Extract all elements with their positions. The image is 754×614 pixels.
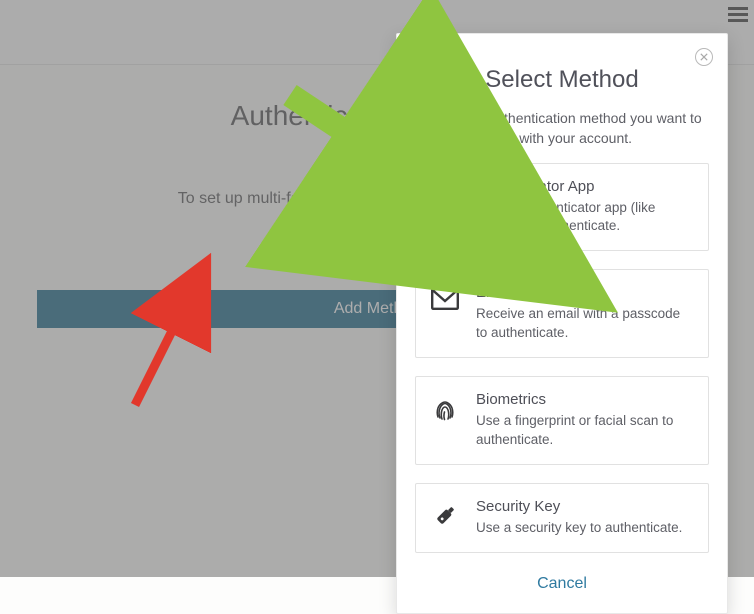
method-email[interactable]: Email Receive an email with a passcode t… bbox=[415, 269, 709, 358]
phone-icon bbox=[430, 182, 460, 214]
method-biometrics[interactable]: Biometrics Use a fingerprint or facial s… bbox=[415, 376, 709, 465]
method-name: Security Key bbox=[476, 498, 682, 515]
method-name: Email bbox=[476, 284, 694, 301]
method-security-key[interactable]: Security Key Use a security key to authe… bbox=[415, 483, 709, 553]
method-sub: Use an authenticator app (like Google) t… bbox=[476, 199, 694, 237]
close-icon[interactable] bbox=[695, 48, 713, 66]
fingerprint-icon bbox=[430, 395, 460, 423]
method-sub: Use a security key to authenticate. bbox=[476, 519, 682, 538]
method-name: Authenticator App bbox=[476, 178, 694, 195]
method-sub: Receive an email with a passcode to auth… bbox=[476, 305, 694, 343]
method-name: Biometrics bbox=[476, 391, 694, 408]
modal-description: Select the authentication method you wan… bbox=[415, 108, 709, 149]
method-sub: Use a fingerprint or facial scan to auth… bbox=[476, 412, 694, 450]
security-key-icon bbox=[430, 502, 460, 530]
modal-title: Select Method bbox=[415, 66, 709, 94]
cancel-button[interactable]: Cancel bbox=[415, 571, 709, 595]
select-method-modal: Select Method Select the authentication … bbox=[396, 33, 728, 614]
method-authenticator-app[interactable]: Authenticator App Use an authenticator a… bbox=[415, 163, 709, 252]
email-icon bbox=[430, 288, 460, 310]
